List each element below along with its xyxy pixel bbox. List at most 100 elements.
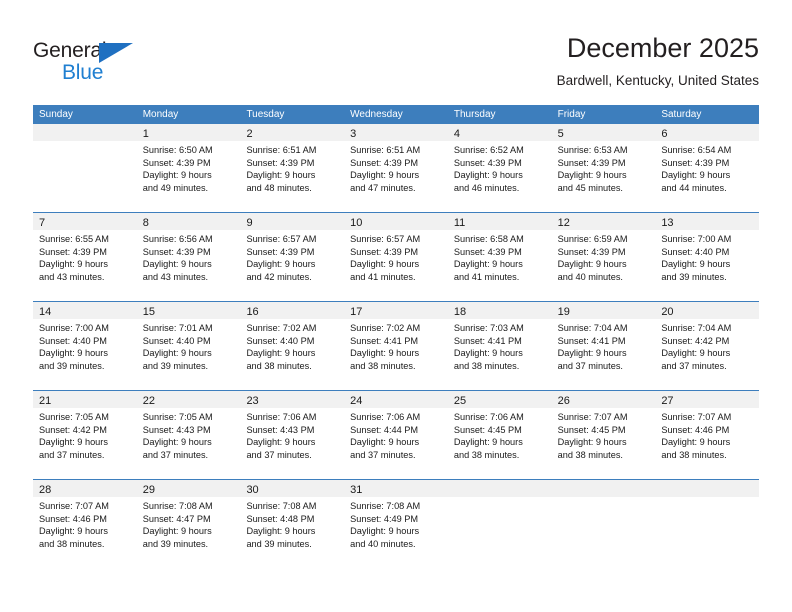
day-details [448, 497, 552, 500]
day-cell[interactable]: 16 Sunrise: 7:02 AM Sunset: 4:40 PM Dayligh… [240, 302, 345, 390]
sunset-text: Sunset: 4:39 PM [453, 246, 522, 257]
day-number: 21 [39, 395, 52, 407]
day-number-band: 11 [447, 213, 552, 230]
day-cell[interactable]: 23 Sunrise: 7:06 AM Sunset: 4:43 PM Dayligh… [240, 391, 345, 479]
sunrise-text: Sunrise: 6:56 AM [142, 234, 213, 244]
day-cell[interactable]: 30 Sunrise: 7:08 AM Sunset: 4:48 PM Dayligh… [240, 480, 345, 568]
day-cell[interactable]: 28 Sunrise: 7:07 AM Sunset: 4:46 PM Dayligh… [33, 480, 137, 568]
daylight-text-line1: Daylight: 9 hours [142, 170, 212, 181]
daylight-text-line1: Daylight: 9 hours [453, 170, 523, 181]
sunset-text: Sunset: 4:40 PM [246, 335, 315, 346]
daylight-text-line2: and 38 minutes. [453, 449, 520, 460]
day-cell[interactable]: 21 Sunrise: 7:05 AM Sunset: 4:42 PM Dayligh… [33, 391, 137, 479]
day-number: 3 [350, 128, 357, 140]
daylight-text-line2: and 38 minutes. [661, 449, 727, 460]
daylight-text-line2: and 48 minutes. [246, 182, 312, 193]
day-cell[interactable]: 15 Sunrise: 7:01 AM Sunset: 4:40 PM Dayligh… [136, 302, 241, 390]
day-number-band: 7 [33, 213, 137, 230]
sunset-text: Sunset: 4:43 PM [246, 424, 315, 435]
day-cell[interactable]: 5 Sunrise: 6:53 AM Sunset: 4:39 PM Daylight… [551, 124, 656, 212]
sunrise-text: Sunrise: 7:05 AM [142, 412, 213, 422]
weekday-header-saturday: Saturday [661, 109, 702, 120]
day-cell[interactable]: 6 Sunrise: 6:54 AM Sunset: 4:39 PM Daylight… [655, 124, 760, 212]
sunrise-text: Sunrise: 6:59 AM [557, 234, 628, 244]
day-cell[interactable]: 27 Sunrise: 7:07 AM Sunset: 4:46 PM Dayligh… [655, 391, 760, 479]
day-details: Sunrise: 7:04 AM Sunset: 4:42 PM Daylight:… [655, 319, 759, 372]
day-cell[interactable]: 10 Sunrise: 6:57 AM Sunset: 4:39 PM Dayligh… [344, 213, 448, 301]
weekday-header-tuesday: Tuesday [246, 109, 285, 120]
day-number-band: 31 [344, 480, 448, 497]
day-details: Sunrise: 6:58 AM Sunset: 4:39 PM Daylight:… [448, 230, 552, 283]
day-cell[interactable]: 24 Sunrise: 7:06 AM Sunset: 4:44 PM Dayligh… [344, 391, 448, 479]
sunset-text: Sunset: 4:39 PM [557, 157, 626, 168]
sunset-text: Sunset: 4:40 PM [142, 335, 211, 346]
sunset-text: Sunset: 4:45 PM [557, 424, 626, 435]
daylight-text-line2: and 41 minutes. [350, 271, 416, 282]
daylight-text-line1: Daylight: 9 hours [350, 170, 420, 181]
week-row: 21 Sunrise: 7:05 AM Sunset: 4:42 PM Dayligh… [33, 390, 760, 479]
day-number: 22 [142, 395, 155, 407]
sunrise-text: Sunrise: 7:04 AM [661, 323, 732, 333]
sunset-text: Sunset: 4:49 PM [350, 513, 419, 524]
daylight-text-line1: Daylight: 9 hours [246, 437, 316, 448]
day-cell[interactable]: 17 Sunrise: 7:02 AM Sunset: 4:41 PM Dayligh… [344, 302, 448, 390]
day-cell[interactable]: 26 Sunrise: 7:07 AM Sunset: 4:45 PM Dayligh… [551, 391, 656, 479]
day-cell[interactable]: 8 Sunrise: 6:56 AM Sunset: 4:39 PM Daylight… [136, 213, 241, 301]
sunset-text: Sunset: 4:40 PM [661, 246, 730, 257]
day-cell[interactable]: 13 Sunrise: 7:00 AM Sunset: 4:40 PM Dayligh… [655, 213, 760, 301]
day-cell[interactable]: 9 Sunrise: 6:57 AM Sunset: 4:39 PM Daylight… [240, 213, 345, 301]
sunset-text: Sunset: 4:46 PM [39, 513, 107, 524]
daylight-text-line1: Daylight: 9 hours [661, 437, 731, 448]
day-cell[interactable]: 11 Sunrise: 6:58 AM Sunset: 4:39 PM Dayligh… [447, 213, 552, 301]
day-number: 23 [246, 395, 259, 407]
sunset-text: Sunset: 4:43 PM [142, 424, 211, 435]
day-cell[interactable]: 1 Sunrise: 6:50 AM Sunset: 4:39 PM Daylight… [136, 124, 241, 212]
day-number-band: 15 [136, 302, 241, 319]
day-cell[interactable]: 19 Sunrise: 7:04 AM Sunset: 4:41 PM Dayligh… [551, 302, 656, 390]
day-details: Sunrise: 7:06 AM Sunset: 4:43 PM Daylight:… [240, 408, 344, 461]
day-number: 13 [661, 217, 674, 229]
day-details: Sunrise: 6:51 AM Sunset: 4:39 PM Daylight:… [240, 141, 344, 194]
day-cell-empty [447, 480, 552, 568]
daylight-text-line1: Daylight: 9 hours [39, 348, 108, 359]
daylight-text-line2: and 47 minutes. [350, 182, 416, 193]
day-cell[interactable]: 2 Sunrise: 6:51 AM Sunset: 4:39 PM Daylight… [240, 124, 345, 212]
day-cell[interactable]: 20 Sunrise: 7:04 AM Sunset: 4:42 PM Dayligh… [655, 302, 760, 390]
day-cell[interactable]: 25 Sunrise: 7:06 AM Sunset: 4:45 PM Dayligh… [447, 391, 552, 479]
day-cell[interactable]: 7 Sunrise: 6:55 AM Sunset: 4:39 PM Daylight… [33, 213, 137, 301]
sunrise-text: Sunrise: 7:01 AM [142, 323, 213, 333]
day-cell[interactable]: 18 Sunrise: 7:03 AM Sunset: 4:41 PM Dayligh… [447, 302, 552, 390]
day-cell[interactable]: 4 Sunrise: 6:52 AM Sunset: 4:39 PM Daylight… [447, 124, 552, 212]
daylight-text-line2: and 38 minutes. [453, 360, 520, 371]
triangle-icon [99, 43, 133, 63]
daylight-text-line1: Daylight: 9 hours [350, 348, 420, 359]
sunset-text: Sunset: 4:39 PM [350, 246, 419, 257]
day-details: Sunrise: 7:06 AM Sunset: 4:45 PM Daylight:… [448, 408, 552, 461]
day-number-band: 12 [551, 213, 656, 230]
sunset-text: Sunset: 4:39 PM [142, 157, 211, 168]
daylight-text-line1: Daylight: 9 hours [661, 348, 731, 359]
daylight-text-line1: Daylight: 9 hours [246, 259, 316, 270]
daylight-text-line1: Daylight: 9 hours [557, 259, 627, 270]
sunset-text: Sunset: 4:40 PM [39, 335, 107, 346]
daylight-text-line2: and 42 minutes. [246, 271, 312, 282]
day-cell[interactable]: 29 Sunrise: 7:08 AM Sunset: 4:47 PM Dayligh… [136, 480, 241, 568]
day-cell[interactable]: 22 Sunrise: 7:05 AM Sunset: 4:43 PM Dayligh… [136, 391, 241, 479]
daylight-text-line2: and 43 minutes. [142, 271, 209, 282]
day-number-band: 4 [447, 124, 552, 141]
daylight-text-line2: and 39 minutes. [246, 538, 312, 549]
day-cell[interactable]: 31 Sunrise: 7:08 AM Sunset: 4:49 PM Dayligh… [344, 480, 448, 568]
calendar-page: General Blue December 2025 Bardwell, Ken… [0, 0, 792, 612]
day-cell[interactable]: 12 Sunrise: 6:59 AM Sunset: 4:39 PM Dayligh… [551, 213, 656, 301]
sunset-text: Sunset: 4:39 PM [661, 157, 730, 168]
week-row: 28 Sunrise: 7:07 AM Sunset: 4:46 PM Dayligh… [33, 479, 760, 568]
daylight-text-line1: Daylight: 9 hours [661, 170, 731, 181]
day-number-band: 29 [136, 480, 241, 497]
day-cell[interactable]: 14 Sunrise: 7:00 AM Sunset: 4:40 PM Dayligh… [33, 302, 137, 390]
week-row: 7 Sunrise: 6:55 AM Sunset: 4:39 PM Daylight… [33, 212, 760, 301]
day-details: Sunrise: 7:00 AM Sunset: 4:40 PM Daylight:… [655, 230, 759, 283]
daylight-text-line2: and 39 minutes. [39, 360, 105, 371]
day-number: 17 [350, 306, 363, 318]
calendar-grid: Sunday Monday Tuesday Wednesday Thursday… [33, 105, 760, 568]
day-cell[interactable]: 3 Sunrise: 6:51 AM Sunset: 4:39 PM Daylight… [344, 124, 448, 212]
